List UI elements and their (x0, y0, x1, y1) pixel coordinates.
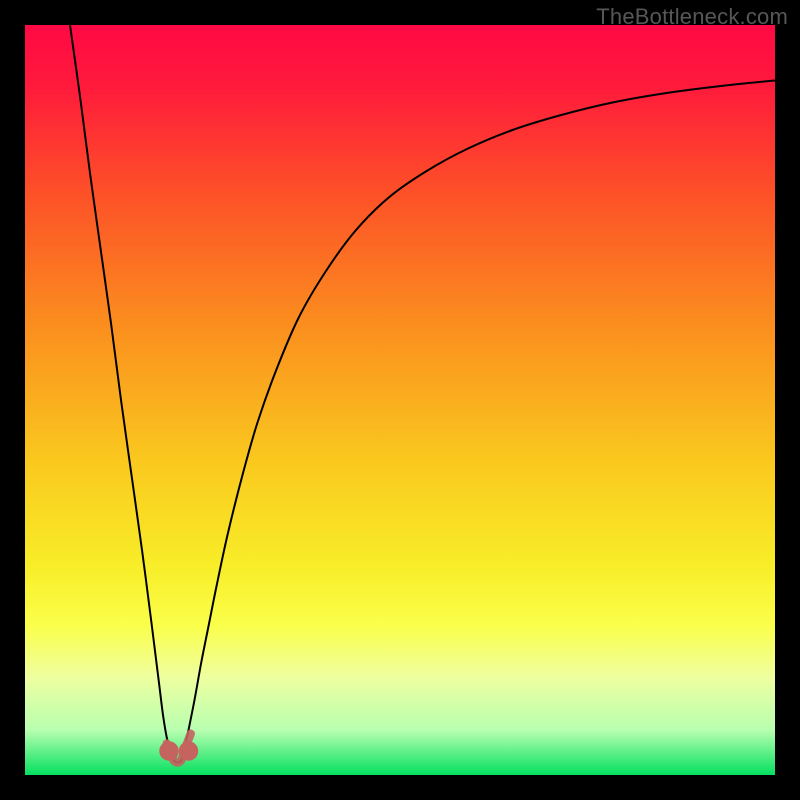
chart-background (25, 25, 775, 775)
valley-right-marker (179, 741, 199, 761)
watermark-text: TheBottleneck.com (596, 4, 788, 30)
valley-left-marker (159, 741, 179, 761)
chart-plot (25, 25, 775, 775)
chart-frame: TheBottleneck.com (0, 0, 800, 800)
